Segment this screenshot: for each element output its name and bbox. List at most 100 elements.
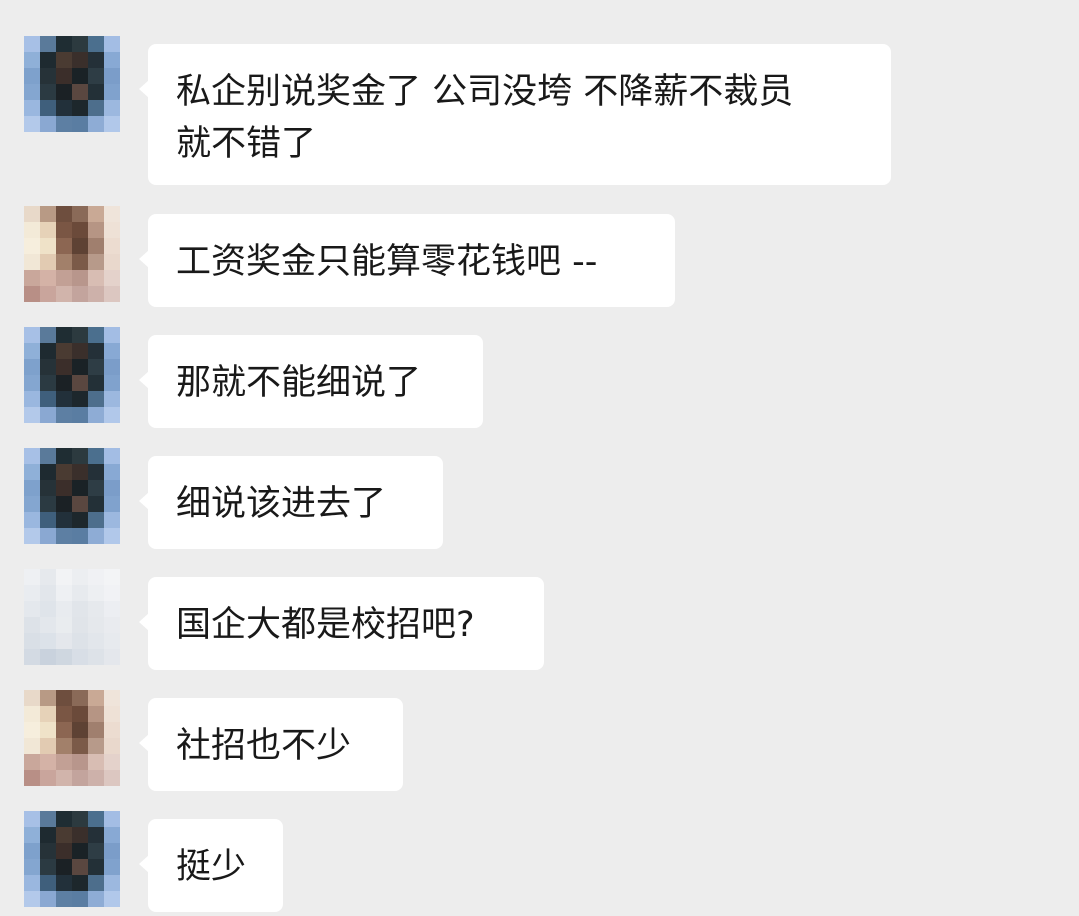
avatar-pixel — [40, 811, 56, 827]
avatar-pixel — [88, 68, 104, 84]
avatar[interactable] — [24, 448, 120, 544]
avatar-pixel — [72, 391, 88, 407]
avatar-pixel — [24, 843, 40, 859]
avatar-pixel — [88, 569, 104, 585]
avatar-pixel — [56, 254, 72, 270]
avatar-pixel — [56, 722, 72, 738]
avatar-pixel — [56, 238, 72, 254]
avatar-pixel — [40, 843, 56, 859]
avatar-pixel — [88, 633, 104, 649]
avatar-pixel — [40, 254, 56, 270]
avatar-pixel — [104, 617, 120, 633]
avatar-pixel — [104, 391, 120, 407]
avatar-pixel — [88, 52, 104, 68]
avatar-pixel — [72, 891, 88, 907]
avatar-pixel — [24, 496, 40, 512]
avatar-pixel — [72, 52, 88, 68]
avatar-pixel — [72, 827, 88, 843]
avatar[interactable] — [24, 569, 120, 665]
avatar-pixel — [88, 116, 104, 132]
avatar-pixel — [88, 36, 104, 52]
avatar-pixel — [56, 528, 72, 544]
avatar[interactable] — [24, 690, 120, 786]
avatar-pixel — [72, 843, 88, 859]
avatar[interactable] — [24, 327, 120, 423]
message-text: 私企别说奖金了 公司没垮 不降薪不裁员 — [176, 72, 794, 112]
avatar[interactable] — [24, 206, 120, 302]
avatar-pixel — [72, 286, 88, 302]
avatar-pixel — [72, 706, 88, 722]
avatar-pixel — [104, 690, 120, 706]
avatar-pixel — [24, 52, 40, 68]
avatar-pixel — [40, 512, 56, 528]
avatar-pixel — [56, 407, 72, 423]
avatar-pixel — [56, 68, 72, 84]
avatar-pixel — [24, 36, 40, 52]
message-bubble[interactable]: 细说该进去了 — [139, 456, 443, 549]
avatar-pixel — [24, 407, 40, 423]
message-bubble[interactable]: 挺少 — [139, 819, 283, 912]
avatar-pixel — [104, 100, 120, 116]
avatar-pixel — [104, 649, 120, 665]
avatar-pixel — [24, 811, 40, 827]
avatar-pixel — [56, 343, 72, 359]
message-bubble[interactable]: 社招也不少 — [139, 698, 403, 791]
avatar-pixel — [24, 617, 40, 633]
avatar-pixel — [104, 738, 120, 754]
avatar[interactable] — [24, 36, 120, 132]
avatar-pixel — [88, 206, 104, 222]
avatar-pixel — [72, 68, 88, 84]
avatar-pixel — [88, 464, 104, 480]
avatar-pixel — [24, 270, 40, 286]
avatar-pixel — [88, 448, 104, 464]
avatar-pixel — [24, 585, 40, 601]
avatar-pixel — [88, 722, 104, 738]
avatar-pixel — [56, 633, 72, 649]
message-bubble[interactable]: 工资奖金只能算零花钱吧 -- — [139, 214, 675, 307]
avatar-pixel — [56, 706, 72, 722]
avatar-pixel — [104, 116, 120, 132]
message-text: 细说该进去了 — [176, 484, 387, 524]
avatar-pixel — [56, 859, 72, 875]
avatar-pixel — [88, 391, 104, 407]
avatar-pixel — [56, 359, 72, 375]
avatar-pixel — [40, 391, 56, 407]
avatar[interactable] — [24, 811, 120, 907]
avatar-pixel — [104, 843, 120, 859]
avatar-pixel — [40, 633, 56, 649]
avatar-pixel — [56, 738, 72, 754]
avatar-pixel — [56, 52, 72, 68]
avatar-pixel — [40, 585, 56, 601]
avatar-pixel — [24, 754, 40, 770]
avatar-pixel — [24, 448, 40, 464]
avatar-pixel — [24, 649, 40, 665]
message-text: 就不错了 — [176, 124, 317, 164]
avatar-pixel — [40, 690, 56, 706]
avatar-pixel — [88, 649, 104, 665]
avatar-pixel — [72, 875, 88, 891]
message-bubble[interactable]: 私企别说奖金了 公司没垮 不降薪不裁员 就不错了 — [139, 44, 891, 185]
message-bubble[interactable]: 国企大都是校招吧? — [139, 577, 544, 670]
avatar-pixel — [56, 754, 72, 770]
avatar-pixel — [56, 811, 72, 827]
avatar-pixel — [72, 407, 88, 423]
avatar-pixel — [24, 222, 40, 238]
avatar-pixel — [72, 375, 88, 391]
avatar-pixel — [88, 706, 104, 722]
chat-thread[interactable]: 私企别说奖金了 公司没垮 不降薪不裁员 就不错了 工资奖金只能算零花钱吧 -- … — [0, 0, 1079, 916]
avatar-pixel — [40, 270, 56, 286]
avatar-pixel — [104, 633, 120, 649]
avatar-pixel — [56, 36, 72, 52]
avatar-pixel — [56, 827, 72, 843]
avatar-pixel — [88, 496, 104, 512]
avatar-pixel — [88, 811, 104, 827]
avatar-pixel — [104, 407, 120, 423]
avatar-pixel — [88, 601, 104, 617]
avatar-pixel — [56, 448, 72, 464]
avatar-pixel — [40, 722, 56, 738]
avatar-pixel — [104, 601, 120, 617]
avatar-pixel — [40, 206, 56, 222]
avatar-pixel — [88, 754, 104, 770]
message-bubble[interactable]: 那就不能细说了 — [139, 335, 483, 428]
avatar-pixel — [24, 512, 40, 528]
